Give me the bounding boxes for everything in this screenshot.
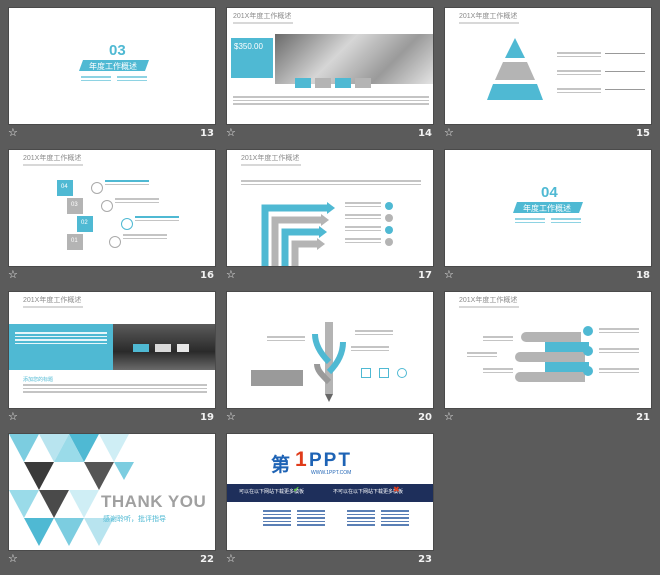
thank-you-title: THANK YOU	[101, 492, 207, 511]
slide-15[interactable]: 201X年度工作概述 ☆ 15	[444, 7, 652, 143]
slide-thumbnail[interactable]: 第 1 PPT WWW.1PPT.COM 可以在以下网站下载更多模板 ✔ 不可以…	[226, 433, 434, 551]
circle-icon	[91, 182, 103, 194]
slide-thumbnail[interactable]: 04 年度工作概述	[444, 149, 652, 267]
star-icon[interactable]: ☆	[226, 268, 236, 281]
slide-19[interactable]: 201X年度工作概述 添加您的标题 ☆ 19	[8, 291, 216, 427]
content-caption: 添加您的标题	[23, 377, 54, 383]
slide-thumbnail[interactable]: 201X年度工作概述	[226, 149, 434, 267]
star-icon[interactable]: ☆	[8, 126, 18, 139]
slide-thumbnail[interactable]: 03 年度工作概述	[8, 7, 216, 125]
pyramid-graphic	[487, 38, 543, 100]
text-band	[9, 324, 113, 370]
slide-number: 15	[636, 128, 650, 139]
circle-icon	[385, 238, 393, 246]
slide-number: 16	[200, 270, 214, 281]
star-icon[interactable]: ☆	[444, 126, 454, 139]
circle-icon	[121, 218, 133, 230]
slide-thumbnail[interactable]: 201X年度工作概述 $350.00	[226, 7, 434, 125]
slide-thumbnail[interactable]: THANK YOU 感谢聆听，批评指导	[8, 433, 216, 551]
star-icon[interactable]: ☆	[8, 268, 18, 281]
section-title: 年度工作概述	[89, 62, 137, 71]
slide-number: 14	[418, 128, 432, 139]
slide-22[interactable]: THANK YOU 感谢聆听，批评指导 ☆ 22	[8, 433, 216, 569]
cross-icon: ✖	[393, 485, 400, 494]
icon	[397, 368, 407, 378]
slide-title: 201X年度工作概述	[233, 13, 292, 20]
circle-icon	[583, 366, 593, 376]
slide-thumbnail[interactable]: 201X年度工作概述 04 03 02 01	[8, 149, 216, 267]
section-title: 年度工作概述	[523, 204, 571, 213]
slide-20[interactable]: ☆ 20	[226, 291, 434, 427]
pencil-branch-graphic	[312, 322, 346, 402]
price-label: $350.00	[234, 42, 263, 51]
slide-17[interactable]: 201X年度工作概述 ☆ 17	[226, 149, 434, 285]
slide-title: 201X年度工作概述	[459, 13, 518, 20]
slide-thumbnail[interactable]: 201X年度工作概述 添加您的标题	[8, 291, 216, 409]
slide-number: 17	[418, 270, 432, 281]
star-icon[interactable]: ☆	[8, 410, 18, 423]
logo-char: 第	[271, 455, 291, 476]
slide-number: 13	[200, 128, 214, 139]
slide-23[interactable]: 第 1 PPT WWW.1PPT.COM 可以在以下网站下载更多模板 ✔ 不可以…	[226, 433, 434, 569]
slide-thumbnail[interactable]	[226, 291, 434, 409]
slide-16[interactable]: 201X年度工作概述 04 03 02 01 ☆ 16	[8, 149, 216, 285]
circle-icon	[101, 200, 113, 212]
icon	[379, 368, 389, 378]
star-icon[interactable]: ☆	[444, 268, 454, 281]
slide-number: 21	[636, 412, 650, 423]
grey-box	[251, 370, 303, 386]
slide-14[interactable]: 201X年度工作概述 $350.00 ☆ 14	[226, 7, 434, 143]
slide-title: 201X年度工作概述	[459, 297, 518, 304]
photo-hands	[275, 34, 433, 84]
circle-icon	[583, 326, 593, 336]
slide-title: 201X年度工作概述	[23, 155, 82, 162]
slide-thumbnail[interactable]: 201X年度工作概述	[444, 7, 652, 125]
logo-url: WWW.1PPT.COM	[311, 470, 352, 476]
circle-icon	[583, 346, 593, 356]
slide-title: 201X年度工作概述	[23, 297, 82, 304]
section-number: 03	[109, 42, 126, 59]
circle-icon	[385, 202, 393, 210]
slide-number: 22	[200, 554, 214, 565]
star-icon[interactable]: ☆	[226, 410, 236, 423]
slide-number: 23	[418, 554, 432, 565]
circle-icon	[109, 236, 121, 248]
slide-title: 201X年度工作概述	[241, 155, 300, 162]
slide-thumbnail[interactable]: 201X年度工作概述	[444, 291, 652, 409]
slide-18[interactable]: 04 年度工作概述 ☆ 18	[444, 149, 652, 285]
star-icon[interactable]: ☆	[226, 552, 236, 565]
slide-number: 19	[200, 412, 214, 423]
check-icon: ✔	[293, 485, 300, 494]
star-icon[interactable]: ☆	[444, 410, 454, 423]
arrows-graphic	[261, 202, 335, 266]
section-number: 04	[541, 184, 558, 201]
logo-number: 1	[295, 448, 307, 471]
logo-ppt: PPT	[309, 450, 352, 471]
circle-icon	[385, 214, 393, 222]
star-icon[interactable]: ☆	[226, 126, 236, 139]
icon	[361, 368, 371, 378]
slide-number: 20	[418, 412, 432, 423]
thank-you-subtitle: 感谢聆听，批评指导	[103, 516, 166, 523]
circle-icon	[385, 226, 393, 234]
star-icon[interactable]: ☆	[8, 552, 18, 565]
slide-13[interactable]: 03 年度工作概述 ☆ 13	[8, 7, 216, 143]
slide-number: 18	[636, 270, 650, 281]
slide-21[interactable]: 201X年度工作概述 ☆ 21	[444, 291, 652, 427]
